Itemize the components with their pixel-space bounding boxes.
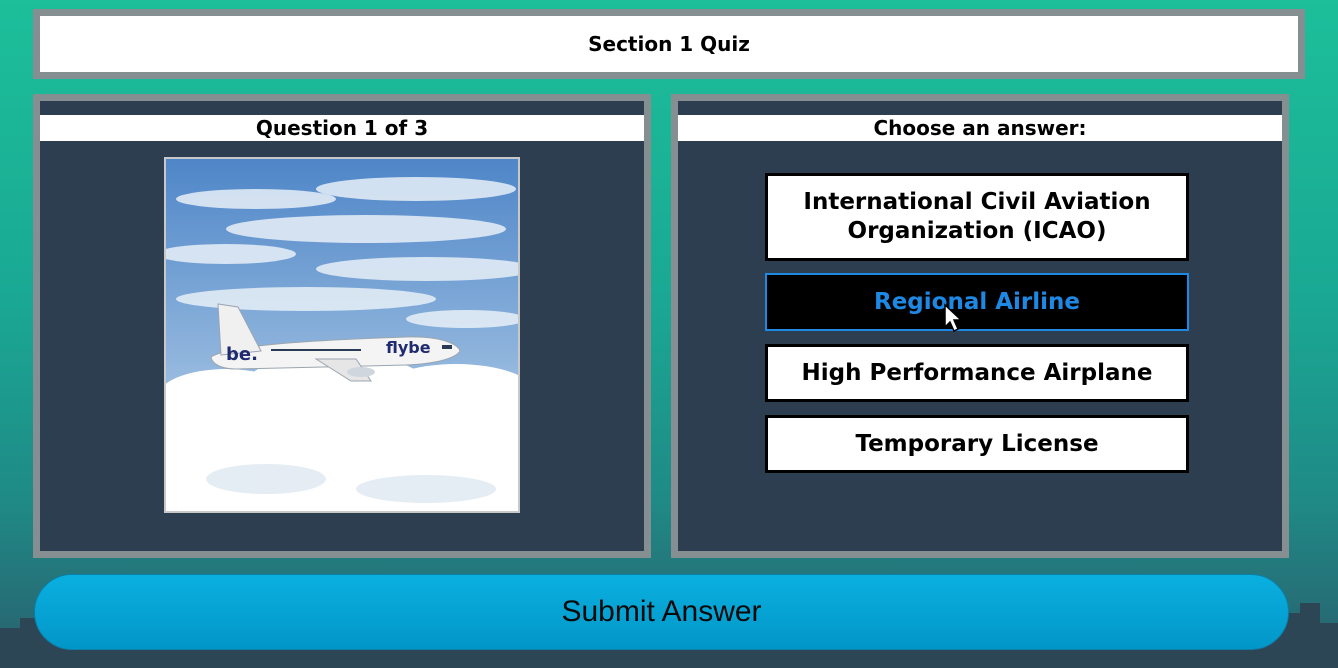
question-panel: Question 1 of 3 be. flybe xyxy=(33,94,651,558)
answer-option-label: Regional Airline xyxy=(873,288,1080,315)
answer-option-label: High Performance Airplane xyxy=(801,359,1153,386)
svg-text:be.: be. xyxy=(226,344,258,365)
answer-option-label: International Civil Aviation Organizatio… xyxy=(803,189,1151,244)
answer-option-regional-airline[interactable]: Regional Airline xyxy=(765,273,1189,333)
svg-text:flybe: flybe xyxy=(386,338,431,357)
submit-answer-button[interactable]: Submit Answer xyxy=(34,574,1289,650)
answer-panel: Choose an answer: International Civil Av… xyxy=(671,94,1289,558)
airplane-in-clouds-image: be. flybe xyxy=(164,157,520,513)
question-counter: Question 1 of 3 xyxy=(40,115,644,141)
mouse-pointer-icon xyxy=(944,303,963,333)
answer-option-label: Temporary License xyxy=(855,430,1099,457)
answer-option-temporary-license[interactable]: Temporary License xyxy=(765,415,1189,473)
quiz-title: Section 1 Quiz xyxy=(33,9,1305,79)
answer-option-icao[interactable]: International Civil Aviation Organizatio… xyxy=(765,173,1189,261)
answer-option-high-performance-airplane[interactable]: High Performance Airplane xyxy=(765,344,1189,402)
answer-panel-header: Choose an answer: xyxy=(678,115,1282,141)
